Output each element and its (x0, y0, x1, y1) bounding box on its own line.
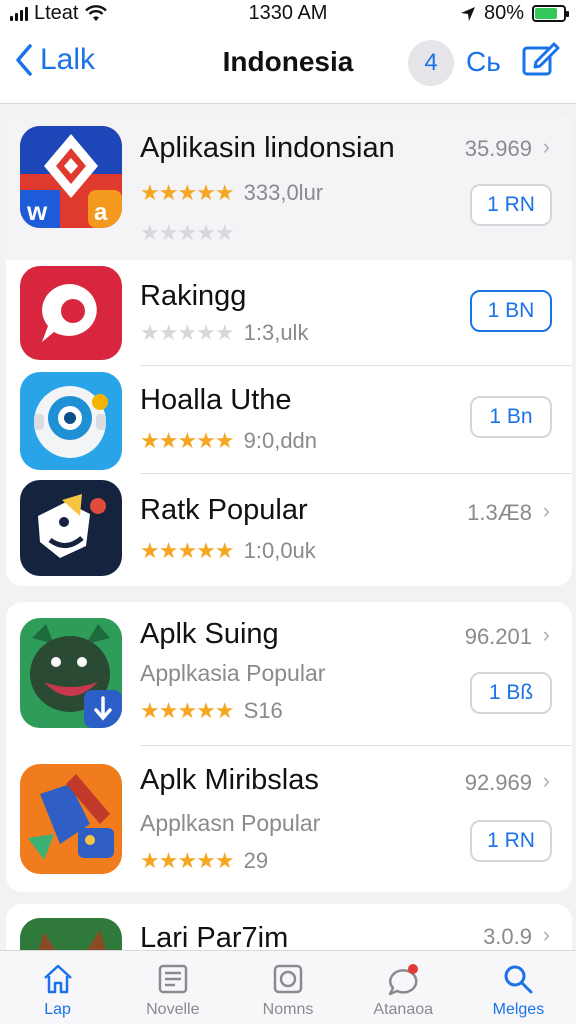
app-rating: ★★★★★ 333,0lur (140, 180, 323, 206)
tab-bar: Lap Novelle Nomns Atanaoa Melges (0, 950, 576, 1024)
navigation-bar: Lalk Indonesia 4 Cь (0, 28, 576, 104)
battery-fill (535, 8, 558, 19)
tab-search[interactable]: Melges (461, 951, 576, 1024)
app-size: 1.3Æ8 (467, 500, 532, 525)
app-subtitle: Applkasn Popular (140, 810, 321, 836)
tab-label: Novelle (146, 1001, 200, 1018)
app-rating: ★★★★★ 1:0,0uk (140, 538, 316, 564)
tab-updates[interactable]: Atanaoa (346, 951, 461, 1024)
app-rating: ★★★★★ 9:0,ddn (140, 428, 317, 454)
star-rating-icon: ★★★★★ (140, 428, 235, 453)
app-name: Aplk Suing (140, 618, 279, 650)
app-rating: ★★★★★ 1:3,ulk (140, 320, 308, 346)
status-right: 80% (460, 2, 569, 25)
svg-text:a: a (94, 199, 108, 226)
chevron-right-icon: › (542, 622, 550, 647)
app-icon-rakingg (20, 266, 122, 360)
app-row[interactable]: Ratk Popular ★★★★★ 1:0,0uk 1.3Æ8 › (6, 474, 572, 586)
app-rating-faded: ★★★★★ (140, 220, 235, 246)
star-rating-icon: ★★★★★ (140, 220, 235, 245)
app-row[interactable]: Aplk Suing Applkasia Popular ★★★★★ S16 9… (6, 602, 572, 746)
battery-icon (532, 5, 569, 22)
app-row[interactable]: Hoalla Uthe ★★★★★ 9:0,ddn 1 Bn (6, 366, 572, 474)
app-subtitle: Applkasia Popular (140, 660, 326, 686)
rating-count: 9:0,ddn (243, 428, 318, 453)
app-size: 96.201 (464, 624, 532, 649)
tab-home[interactable]: Lap (0, 951, 115, 1024)
tab-label: Nomns (262, 1001, 314, 1018)
get-button[interactable]: 1 RN (470, 184, 552, 226)
get-button[interactable]: 1 Bn (470, 396, 552, 438)
app-icon-hoalla (20, 372, 122, 470)
app-name: Aplk Miribslas (140, 764, 319, 796)
home-icon (43, 964, 72, 994)
get-button[interactable]: 1 Bß (470, 672, 552, 714)
app-row[interactable]: Aplk Miribslas Applkasn Popular ★★★★★ 29… (6, 746, 572, 892)
app-list-card: w a Aplikasin lindonsian ★★★★★ 333,0lur … (6, 114, 572, 586)
chevron-right-icon: › (542, 922, 550, 947)
app-icon-ratk (20, 480, 122, 576)
battery-percent: 80% (483, 2, 524, 24)
updates-icon (388, 964, 419, 996)
get-button[interactable]: 1 RN (470, 820, 552, 862)
search-icon (504, 965, 533, 994)
star-rating-icon: ★★★★★ (140, 180, 235, 205)
news-icon (158, 964, 188, 994)
tab-label: Lap (44, 1001, 71, 1018)
rating-count: 1:3,ulk (243, 320, 309, 345)
app-size: 35.969 (464, 136, 532, 161)
chevron-right-icon: › (542, 134, 550, 159)
app-list-card: Aplk Suing Applkasia Popular ★★★★★ S16 9… (6, 602, 572, 892)
nav-circle-button[interactable]: 4 (408, 40, 454, 86)
tab-label: Melges (492, 1001, 545, 1018)
app-icon-aplk-miribslas (20, 764, 122, 874)
svg-text:w: w (26, 196, 48, 226)
star-rating-icon: ★★★★★ (140, 538, 235, 563)
nav-link-button[interactable]: Cь (466, 46, 501, 78)
rating-count: S16 (243, 698, 283, 723)
tab-games[interactable]: Nomns (230, 951, 345, 1024)
app-row[interactable]: Rakingg ★★★★★ 1:3,ulk 1 BN (6, 260, 572, 366)
app-name: Rakingg (140, 280, 247, 312)
games-icon (273, 964, 303, 994)
status-bar: Lteat 1330 AM 80% (0, 0, 576, 28)
app-icon-aplikasin: w a (20, 126, 122, 228)
star-rating-icon: ★★★★★ (140, 698, 235, 723)
rating-count: 29 (243, 848, 269, 873)
tab-news[interactable]: Novelle (115, 951, 230, 1024)
app-name: Hoalla Uthe (140, 384, 292, 416)
app-size: 3.0.9 (483, 924, 532, 949)
rating-count: 1:0,0uk (243, 538, 316, 563)
location-icon (460, 6, 475, 21)
star-rating-icon: ★★★★★ (140, 320, 235, 345)
app-name: Ratk Popular (140, 494, 308, 526)
app-size: 92.969 (464, 770, 532, 795)
rating-count: 333,0lur (243, 180, 324, 205)
get-button[interactable]: 1 BN (470, 290, 552, 332)
star-rating-icon: ★★★★★ (140, 848, 235, 873)
app-row[interactable]: w a Aplikasin lindonsian ★★★★★ 333,0lur … (6, 114, 572, 260)
app-rating: ★★★★★ S16 (140, 698, 283, 724)
chevron-right-icon: › (542, 498, 550, 523)
compose-icon[interactable] (520, 40, 560, 80)
app-rating: ★★★★★ 29 (140, 848, 268, 874)
app-icon-aplk-suing (20, 618, 122, 728)
chevron-right-icon: › (542, 768, 550, 793)
app-name: Aplikasin lindonsian (140, 132, 395, 164)
tab-label: Atanaoa (373, 1001, 434, 1018)
